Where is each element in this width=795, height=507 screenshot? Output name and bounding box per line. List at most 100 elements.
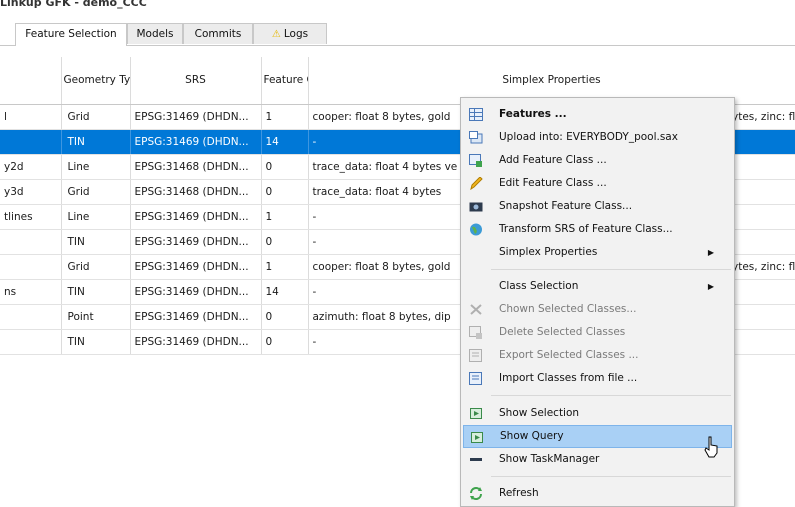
cell-geometry-type: Line — [61, 154, 131, 180]
menu-item-label: Refresh — [499, 487, 539, 499]
menu-item-upload[interactable]: Upload into: EVERYBODY_pool.sax — [463, 126, 732, 149]
menu-item-label: Delete Selected Classes — [499, 326, 626, 338]
cell-feature-count: 0 — [261, 329, 309, 355]
menu-item-label: Chown Selected Classes... — [499, 303, 637, 315]
cell-geometry-type: Point — [61, 304, 131, 330]
tab-logs[interactable]: ⚠ Logs — [253, 23, 327, 44]
cell-feature-count: 1 — [261, 254, 309, 280]
refresh-icon — [470, 487, 482, 500]
menu-separator — [491, 476, 731, 477]
menu-item-refresh[interactable]: Refresh — [463, 482, 732, 505]
tab-bar: Feature Selection Models Commits ⚠ Logs — [0, 23, 795, 46]
add-class-icon — [469, 154, 482, 167]
menu-item-show-taskmanager[interactable]: Show TaskManager — [463, 448, 732, 471]
cell-srs: EPSG:31468 (DHDN... — [130, 179, 262, 205]
cell-name: ns — [0, 279, 62, 305]
menu-item-label: Simplex Properties — [499, 246, 598, 258]
menu-item-transform-srs[interactable]: Transform SRS of Feature Class... — [463, 218, 732, 241]
menu-item-label: Snapshot Feature Class... — [499, 200, 633, 212]
menu-item-import-classes[interactable]: Import Classes from file ... — [463, 367, 732, 390]
menu-item-label: Upload into: EVERYBODY_pool.sax — [499, 131, 678, 143]
cell-name — [0, 229, 62, 255]
column-header-srs[interactable]: SRS — [130, 57, 262, 105]
menu-separator — [491, 269, 731, 270]
tab-label: Models — [136, 28, 174, 40]
tab-label: Logs — [283, 28, 309, 40]
cell-srs: EPSG:31469 (DHDN... — [130, 279, 262, 305]
cell-srs: EPSG:31469 (DHDN... — [130, 104, 262, 130]
cell-srs: EPSG:31469 (DHDN... — [130, 204, 262, 230]
menu-item-show-query[interactable]: Show Query — [463, 425, 732, 448]
cell-feature-count: 1 — [261, 104, 309, 130]
cell-feature-count: 14 — [261, 129, 309, 155]
cell-feature-count: 0 — [261, 154, 309, 180]
column-header-feature-count[interactable]: Feature Count — [261, 57, 309, 105]
menu-item-simplex-properties[interactable]: Simplex Properties ▶ — [463, 241, 732, 264]
taskmanager-icon — [470, 458, 482, 461]
props-text-right: ytes, zinc: fl — [732, 111, 795, 123]
cell-geometry-type: TIN — [61, 229, 131, 255]
tab-label: Commits — [194, 28, 242, 40]
cell-geometry-type: TIN — [61, 329, 131, 355]
cell-name — [0, 254, 62, 280]
cell-feature-count: 0 — [261, 304, 309, 330]
column-header-name[interactable] — [0, 57, 62, 105]
tab-label: Feature Selection — [25, 28, 117, 40]
cell-name: l — [0, 104, 62, 130]
menu-item-add-feature-class[interactable]: Add Feature Class ... — [463, 149, 732, 172]
menu-item-label: Show TaskManager — [499, 453, 600, 465]
cell-feature-count: 0 — [261, 179, 309, 205]
chown-icon — [470, 304, 482, 315]
cell-name — [0, 329, 62, 355]
menu-item-chown-selected-classes[interactable]: Chown Selected Classes... — [463, 298, 732, 321]
tab-models[interactable]: Models — [127, 23, 183, 44]
menu-item-class-selection[interactable]: Class Selection ▶ — [463, 275, 732, 298]
props-text: cooper: float 8 bytes, gold — [312, 261, 451, 273]
cell-feature-count: 1 — [261, 204, 309, 230]
menu-item-label: Add Feature Class ... — [499, 154, 607, 166]
cell-geometry-type: Grid — [61, 254, 131, 280]
props-text-right: ytes, zinc: fl — [732, 261, 795, 273]
tab-feature-selection[interactable]: Feature Selection — [15, 23, 127, 46]
pencil-icon — [470, 177, 483, 190]
cell-srs: EPSG:31469 (DHDN... — [130, 329, 262, 355]
menu-item-delete-selected-classes[interactable]: Delete Selected Classes — [463, 321, 732, 344]
menu-item-show-selection[interactable]: Show Selection — [463, 402, 732, 425]
cell-feature-count: 14 — [261, 279, 309, 305]
menu-item-label: Edit Feature Class ... — [499, 177, 607, 189]
cell-geometry-type: Grid — [61, 179, 131, 205]
menu-item-snapshot-feature-class[interactable]: Snapshot Feature Class... — [463, 195, 732, 218]
cell-name — [0, 304, 62, 330]
cell-geometry-type: Line — [61, 204, 131, 230]
cell-srs: EPSG:31469 (DHDN... — [130, 129, 262, 155]
cell-srs: EPSG:31469 (DHDN... — [130, 229, 262, 255]
cell-srs: EPSG:31468 (DHDN... — [130, 154, 262, 180]
submenu-arrow-icon: ▶ — [707, 282, 714, 291]
menu-item-features[interactable]: Features ... — [463, 103, 732, 126]
mouse-cursor-icon — [704, 436, 718, 458]
menu-item-label: Export Selected Classes ... — [499, 349, 639, 361]
cell-geometry-type: Grid — [61, 104, 131, 130]
menu-item-label: Show Selection — [499, 407, 580, 419]
menu-separator — [491, 395, 731, 396]
menu-item-label: Import Classes from file ... — [499, 372, 638, 384]
menu-item-label: Features ... — [499, 108, 567, 120]
menu-item-edit-feature-class[interactable]: Edit Feature Class ... — [463, 172, 732, 195]
menu-item-label: Class Selection — [499, 280, 579, 292]
tab-commits[interactable]: Commits — [183, 23, 253, 44]
menu-item-label: Transform SRS of Feature Class... — [499, 223, 673, 235]
menu-item-export-selected-classes[interactable]: Export Selected Classes ... — [463, 344, 732, 367]
cell-geometry-type: TIN — [61, 129, 131, 155]
cell-name — [0, 129, 62, 155]
column-header-geometry-type[interactable]: Geometry Type — [61, 57, 131, 105]
export-icon — [469, 349, 482, 362]
props-text: cooper: float 8 bytes, gold — [312, 111, 451, 123]
cell-name: tlines — [0, 204, 62, 230]
cell-name: y3d — [0, 179, 62, 205]
show-selection-icon — [470, 408, 482, 419]
submenu-arrow-icon: ▶ — [707, 248, 714, 257]
cell-srs: EPSG:31469 (DHDN... — [130, 304, 262, 330]
menu-item-label: Show Query — [500, 430, 564, 442]
cell-srs: EPSG:31469 (DHDN... — [130, 254, 262, 280]
cell-name: y2d — [0, 154, 62, 180]
